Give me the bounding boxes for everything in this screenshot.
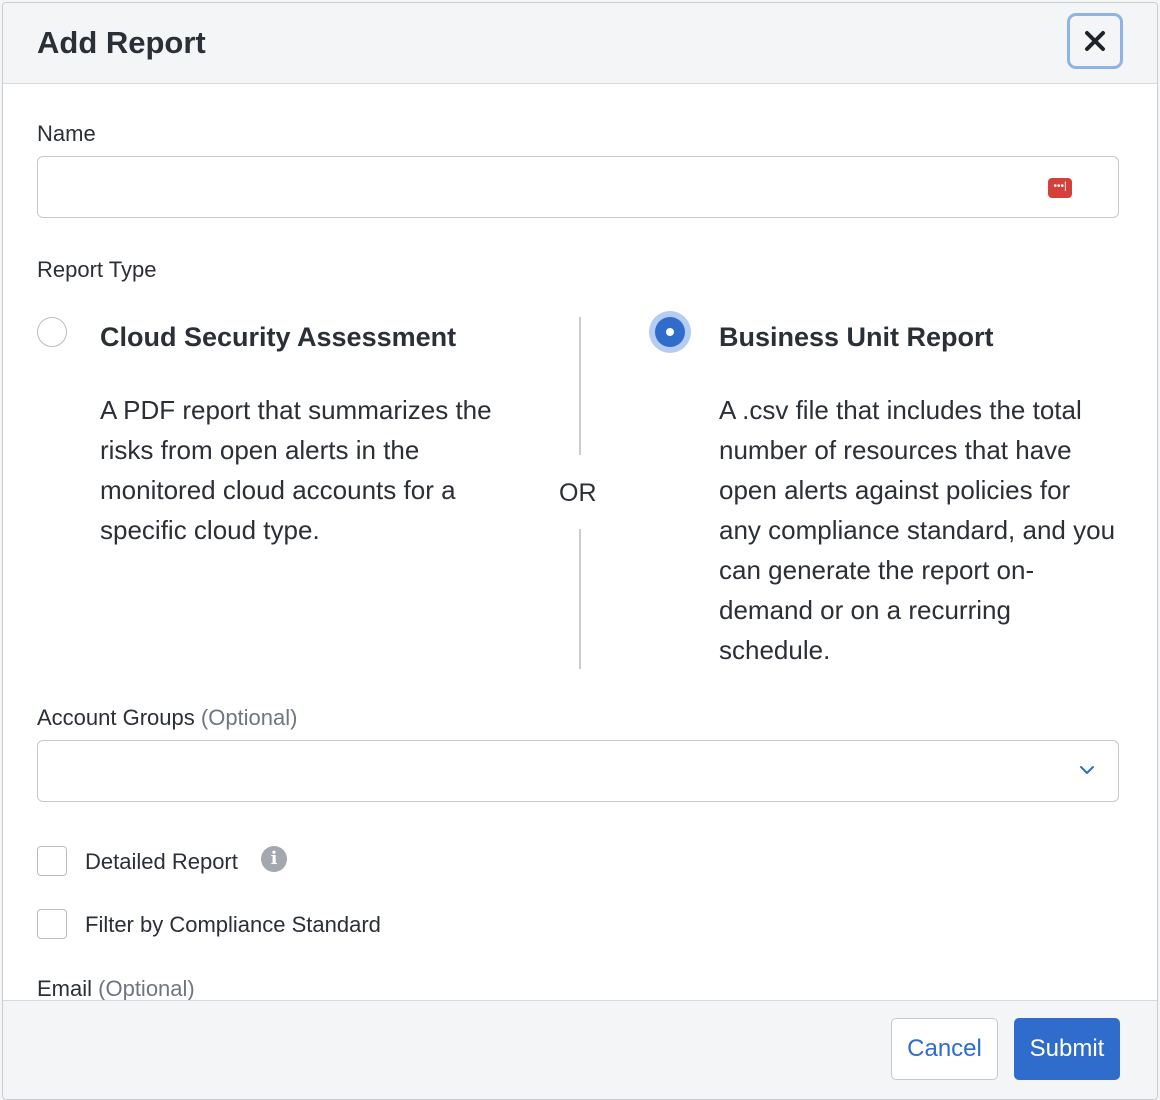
optional-hint: (Optional) (98, 976, 195, 1001)
filter-compliance-checkbox[interactable] (37, 909, 67, 939)
dialog-title: Add Report (37, 25, 206, 60)
account-groups-select[interactable] (37, 740, 1119, 802)
dialog-footer: Cancel Submit (3, 1000, 1157, 1099)
radio-business-unit-report[interactable] (649, 311, 691, 353)
option-title: Business Unit Report (719, 322, 994, 352)
divider-line (579, 529, 581, 669)
divider-line (579, 317, 581, 455)
option-description: A .csv file that includes the total numb… (719, 395, 1116, 665)
name-label: Name (37, 121, 96, 146)
option-description: A PDF report that summarizes the risks f… (100, 395, 492, 545)
name-input[interactable]: •••| (37, 156, 1119, 218)
password-manager-icon[interactable]: •••| (1048, 178, 1072, 198)
close-icon (1085, 31, 1105, 51)
dialog-header: Add Report (3, 3, 1157, 84)
radio-cloud-security-assessment[interactable] (37, 317, 67, 347)
account-groups-label: Account Groups (Optional) (37, 705, 297, 731)
email-label-text: Email (37, 976, 93, 1001)
detailed-report-checkbox[interactable] (37, 846, 67, 876)
cancel-button[interactable]: Cancel (891, 1018, 998, 1080)
detailed-report-label: Detailed Report (85, 849, 238, 874)
account-groups-label-text: Account Groups (37, 705, 195, 730)
optional-hint: (Optional) (200, 705, 298, 730)
close-button[interactable] (1067, 13, 1123, 69)
info-icon[interactable]: i (261, 846, 287, 872)
or-separator: OR (559, 479, 597, 507)
chevron-down-icon (1080, 766, 1094, 774)
email-label: Email (Optional) (37, 976, 195, 1002)
option-title: Cloud Security Assessment (100, 322, 457, 352)
submit-button[interactable]: Submit (1014, 1018, 1120, 1080)
report-type-label: Report Type (37, 257, 157, 282)
filter-compliance-label: Filter by Compliance Standard (85, 912, 381, 937)
add-report-dialog: Add Report Name •••| Report Type Cloud S… (2, 2, 1158, 1100)
